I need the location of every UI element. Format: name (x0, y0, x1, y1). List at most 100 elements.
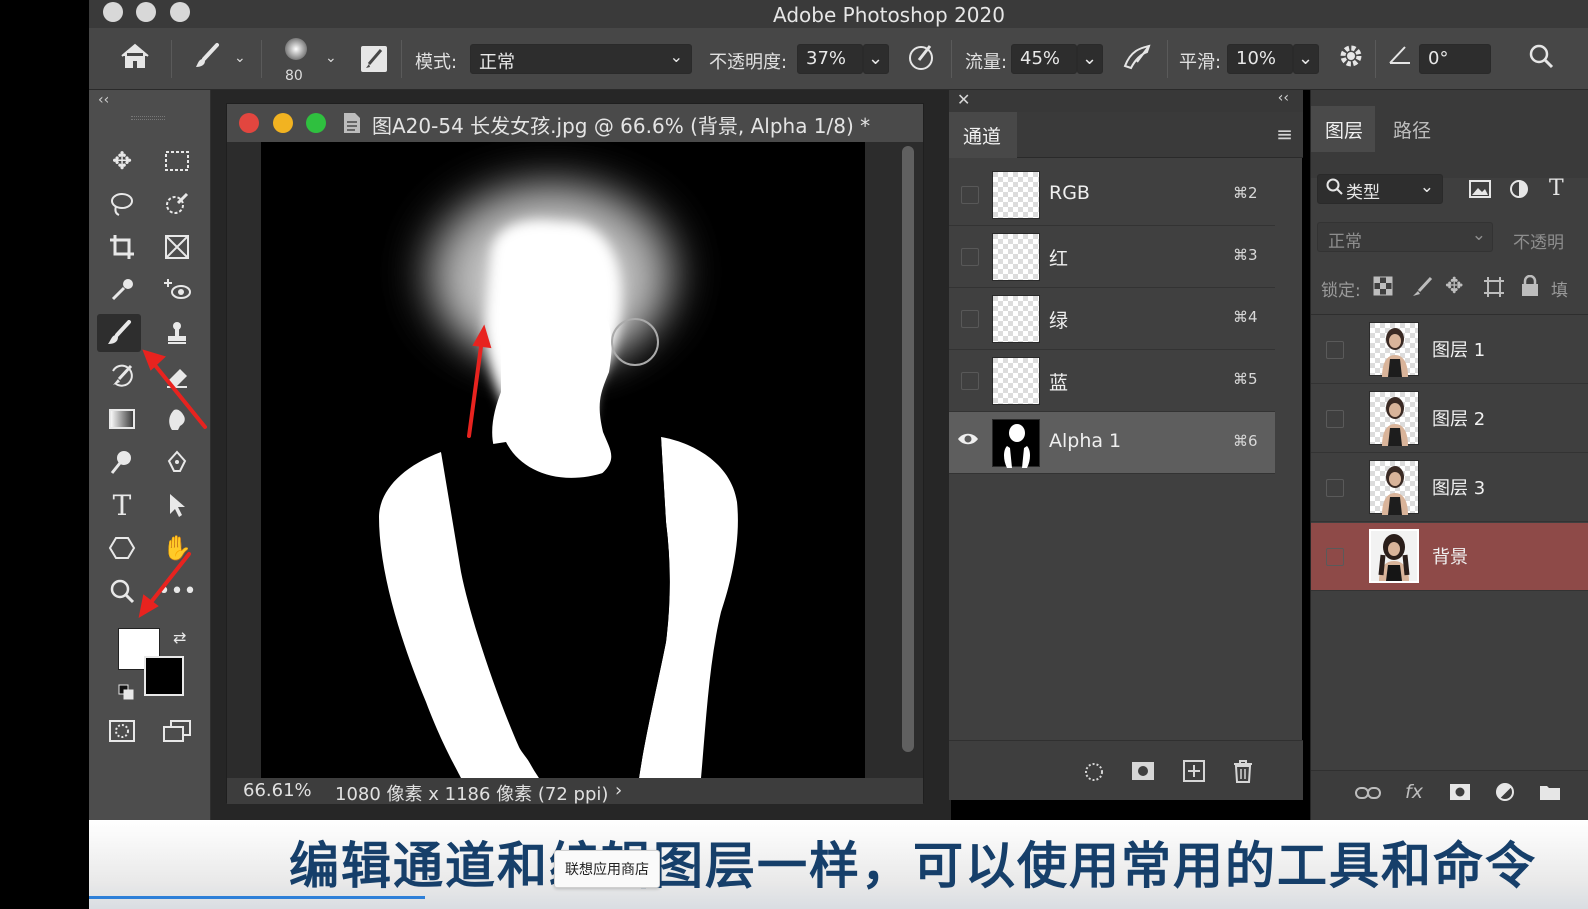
pressure-opacity-icon[interactable] (907, 42, 937, 78)
visibility-toggle[interactable] (961, 310, 979, 328)
layer-row-1[interactable]: 图层 1 (1311, 316, 1588, 384)
collapse-panel-icon[interactable]: ‹‹ (98, 92, 109, 108)
default-colors-icon[interactable] (118, 684, 134, 700)
type-filter-icon[interactable]: T (1549, 176, 1564, 201)
gradient-tool-icon[interactable] (100, 400, 144, 438)
zoom-level[interactable]: 66.61% (243, 780, 312, 801)
home-icon[interactable] (119, 42, 151, 76)
visibility-toggle[interactable] (961, 248, 979, 266)
visibility-toggle[interactable] (961, 186, 979, 204)
smoothing-input[interactable]: 10% (1227, 44, 1293, 74)
swap-colors-icon[interactable]: ⇄ (173, 628, 186, 647)
crop-tool-icon[interactable] (100, 228, 144, 266)
layer-row-background[interactable]: 背景 (1311, 523, 1588, 591)
panel-menu-icon[interactable]: ≡ (1276, 122, 1293, 146)
save-selection-icon[interactable] (1131, 761, 1155, 785)
add-mask-icon[interactable] (1449, 783, 1471, 805)
red-eye-tool-icon[interactable] (155, 271, 199, 309)
close-icon[interactable]: ✕ (957, 90, 970, 109)
lock-all-icon[interactable] (1521, 274, 1539, 301)
more-tools-icon[interactable]: ••• (155, 572, 199, 610)
vertical-scrollbar[interactable] (902, 146, 914, 752)
eye-icon[interactable] (957, 428, 979, 452)
screen-mode-icon[interactable] (155, 712, 199, 750)
visibility-toggle[interactable] (1326, 410, 1344, 428)
eraser-tool-icon[interactable] (155, 357, 199, 395)
folder-icon[interactable] (1539, 783, 1561, 805)
move-tool-icon[interactable]: ✥ (100, 142, 144, 180)
visibility-toggle[interactable] (1326, 341, 1344, 359)
video-progress-bar[interactable] (89, 896, 425, 899)
brush-preview-icon[interactable] (285, 38, 307, 60)
search-icon[interactable] (1527, 42, 1555, 76)
tab-layers[interactable]: 图层 (1311, 106, 1375, 152)
path-selection-tool-icon[interactable] (155, 486, 199, 524)
opacity-input[interactable]: 37% (797, 44, 863, 74)
image-filter-icon[interactable] (1469, 180, 1491, 202)
type-tool-icon[interactable]: T (100, 486, 144, 524)
angle-input[interactable]: 0° (1419, 44, 1491, 74)
visibility-toggle[interactable] (1326, 548, 1344, 566)
marquee-tool-icon[interactable] (155, 142, 199, 180)
dodge-tool-icon[interactable] (100, 443, 144, 481)
load-selection-icon[interactable] (1083, 761, 1105, 787)
blend-mode-select[interactable]: 正常 ⌄ (1317, 222, 1493, 252)
visibility-toggle[interactable] (1326, 479, 1344, 497)
lock-pixels-icon[interactable] (1411, 276, 1433, 302)
flow-dropdown[interactable]: ⌄ (1077, 44, 1103, 74)
chevron-down-icon[interactable]: ⌄ (325, 50, 337, 66)
channel-row-green[interactable]: 绿 ⌘4 (949, 288, 1275, 350)
document-size-info[interactable]: 1080 像素 x 1186 像素 (72 ppi) (335, 780, 608, 806)
background-color-swatch[interactable] (144, 656, 184, 696)
brush-tool-icon[interactable] (97, 314, 141, 352)
link-layers-icon[interactable] (1355, 785, 1381, 805)
channel-row-rgb[interactable]: RGB ⌘2 (949, 164, 1275, 226)
airbrush-icon[interactable] (1121, 42, 1155, 78)
document-close-button[interactable] (239, 113, 259, 133)
status-menu-arrow-icon[interactable]: › (615, 780, 622, 801)
smudge-tool-icon[interactable] (155, 400, 199, 438)
lock-position-icon[interactable]: ✥ (1445, 274, 1463, 299)
trash-icon[interactable] (1233, 759, 1253, 787)
chevron-down-icon[interactable]: ⌄ (234, 50, 246, 66)
mode-select[interactable]: 正常 ⌄ (470, 44, 692, 74)
collapse-panel-icon[interactable]: ‹‹ (1278, 90, 1289, 106)
hand-tool-icon[interactable]: ✋ (155, 529, 199, 567)
layer-row-2[interactable]: 图层 2 (1311, 385, 1588, 453)
brush-tool-preset-icon[interactable] (193, 42, 221, 76)
smoothing-dropdown[interactable]: ⌄ (1293, 44, 1319, 74)
quick-mask-icon[interactable] (100, 712, 144, 750)
brush-settings-panel-icon[interactable] (361, 46, 387, 72)
document-zoom-button[interactable] (306, 113, 326, 133)
adjustment-layer-icon[interactable] (1495, 782, 1515, 806)
flow-input[interactable]: 45% (1011, 44, 1077, 74)
new-channel-icon[interactable] (1183, 760, 1205, 786)
lock-artboard-icon[interactable] (1483, 276, 1505, 302)
quick-selection-tool-icon[interactable] (155, 185, 199, 223)
layer-row-3[interactable]: 图层 3 (1311, 454, 1588, 522)
lock-transparent-icon[interactable] (1373, 276, 1393, 300)
eyedropper-tool-icon[interactable] (100, 271, 144, 309)
alpha-channel-canvas[interactable] (261, 142, 865, 778)
adjustment-filter-icon[interactable] (1509, 179, 1529, 203)
tab-paths[interactable]: 路径 (1393, 116, 1431, 143)
channel-row-red[interactable]: 红 ⌘3 (949, 226, 1275, 288)
zoom-tool-icon[interactable] (100, 572, 144, 610)
layer-effects-icon[interactable]: fx (1405, 781, 1423, 803)
tab-channels[interactable]: 通道 (949, 112, 1017, 158)
channel-row-blue[interactable]: 蓝 ⌘5 (949, 350, 1275, 412)
mode-label: 模式: (415, 52, 458, 73)
panel-grip[interactable] (131, 116, 165, 120)
lasso-tool-icon[interactable] (100, 185, 144, 223)
visibility-toggle[interactable] (961, 372, 979, 390)
history-brush-tool-icon[interactable] (100, 357, 144, 395)
gear-icon[interactable] (1337, 42, 1365, 76)
channel-row-alpha-1[interactable]: Alpha 1 ⌘6 (949, 412, 1275, 474)
frame-tool-icon[interactable] (155, 228, 199, 266)
opacity-dropdown[interactable]: ⌄ (863, 44, 889, 74)
shape-tool-icon[interactable] (100, 529, 144, 567)
clone-stamp-tool-icon[interactable] (155, 314, 199, 352)
layer-filter-select[interactable]: 类型 ⌄ (1317, 174, 1443, 204)
pen-tool-icon[interactable] (155, 443, 199, 481)
document-minimize-button[interactable] (273, 113, 293, 133)
